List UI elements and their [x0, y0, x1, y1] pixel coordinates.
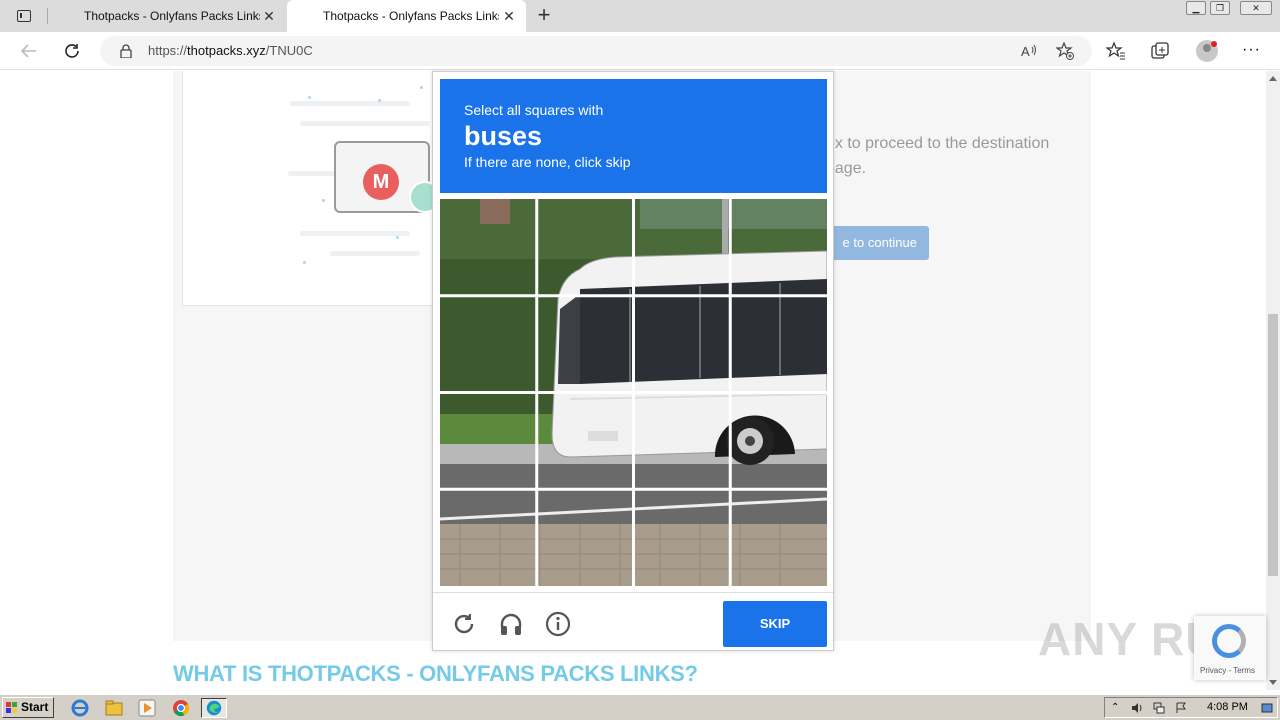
windows-taskbar: Start ⌃ 4:08 PM: [0, 694, 1280, 720]
tab-divider: [47, 8, 48, 24]
recaptcha-logo-icon: [1212, 624, 1246, 658]
address-bar[interactable]: https://thotpacks.xyz/TNU0C A: [100, 36, 1092, 66]
instruction-text: ox to proceed to the destination page.: [826, 135, 1050, 177]
favorites-icon[interactable]: [1106, 41, 1126, 61]
minimize-window-icon[interactable]: ▁: [1186, 1, 1206, 15]
tab-inactive[interactable]: Thotpacks - Onlyfans Packs Links ✕: [52, 0, 286, 32]
action-center-flag-icon[interactable]: [1175, 702, 1187, 714]
chrome-icon[interactable]: [171, 698, 191, 718]
decor-dot: [396, 236, 399, 239]
show-desktop-icon[interactable]: [1261, 702, 1273, 714]
tab-title: Thotpacks - Onlyfans Packs Links: [84, 9, 260, 23]
start-label: Start: [21, 700, 49, 714]
url-text: https://thotpacks.xyz/TNU0C: [148, 43, 313, 58]
network-icon[interactable]: [1153, 702, 1165, 714]
internet-explorer-icon[interactable]: [70, 698, 90, 718]
scroll-down-icon[interactable]: [1269, 680, 1277, 685]
close-window-icon[interactable]: ✕: [1240, 1, 1272, 15]
captcha-challenge: Select all squares with buses If there a…: [432, 71, 834, 651]
decor-dot: [308, 96, 311, 99]
scroll-up-icon[interactable]: [1269, 76, 1277, 81]
add-favorite-icon[interactable]: [1056, 42, 1074, 60]
decor-streak: [300, 121, 430, 126]
captcha-hint: If there are none, click skip: [464, 154, 631, 170]
scroll-thumb[interactable]: [1268, 314, 1278, 576]
back-icon[interactable]: [18, 40, 40, 62]
decor-streak: [290, 101, 410, 106]
decor-dot: [322, 199, 325, 202]
decor-streak: [330, 251, 420, 256]
windows-flag-icon: [6, 702, 17, 713]
captcha-instruction: Select all squares with: [464, 102, 604, 118]
read-aloud-icon[interactable]: A: [1020, 42, 1038, 60]
continue-button[interactable]: e to continue: [826, 226, 929, 260]
tab-close-icon[interactable]: ✕: [262, 9, 276, 23]
system-tray: ⌃ 4:08 PM: [1104, 697, 1278, 718]
profile-avatar-icon[interactable]: [1196, 40, 1218, 62]
more-menu-icon[interactable]: ···: [1242, 41, 1262, 61]
refresh-icon[interactable]: [61, 40, 83, 62]
captcha-footer: SKIP: [433, 592, 833, 650]
start-button[interactable]: Start: [2, 697, 54, 718]
decor-dot: [303, 261, 306, 264]
tab-title: Thotpacks - Onlyfans Packs Links: [323, 9, 499, 23]
svg-text:A: A: [1021, 44, 1030, 59]
reload-icon[interactable]: [451, 611, 477, 637]
mega-logo-icon: M: [363, 164, 399, 200]
captcha-image-grid[interactable]: [440, 199, 827, 586]
edge-icon: [206, 700, 222, 716]
taskbar-clock[interactable]: 4:08 PM: [1207, 701, 1248, 713]
show-hidden-icons-icon[interactable]: ⌃: [1111, 702, 1123, 714]
lock-icon: [120, 44, 132, 58]
decor-streak: [300, 231, 410, 236]
browser-tab-strip: Thotpacks - Onlyfans Packs Links ✕ Thotp…: [0, 0, 1280, 32]
media-player-icon[interactable]: [137, 698, 157, 718]
decor-dot: [378, 99, 381, 102]
captcha-target: buses: [464, 121, 543, 151]
tab-close-icon[interactable]: ✕: [502, 9, 516, 23]
audio-challenge-icon[interactable]: [498, 611, 524, 637]
captcha-header: Select all squares with buses If there a…: [440, 79, 827, 193]
collections-icon[interactable]: [1150, 41, 1170, 61]
tab-active[interactable]: Thotpacks - Onlyfans Packs Links ✕: [287, 0, 526, 32]
file-explorer-icon[interactable]: [104, 698, 124, 718]
page-scrollbar[interactable]: [1266, 71, 1280, 690]
tab-actions-icon[interactable]: [8, 6, 40, 26]
volume-icon[interactable]: [1131, 702, 1143, 714]
decor-dot: [420, 86, 423, 89]
new-tab-icon[interactable]: +: [534, 4, 554, 26]
skip-button[interactable]: SKIP: [723, 601, 827, 647]
section-heading: WHAT IS THOTPACKS - ONLYFANS PACKS LINKS…: [173, 661, 698, 686]
recaptcha-badge[interactable]: Privacy - Terms: [1194, 616, 1266, 680]
info-icon[interactable]: [545, 611, 571, 637]
recaptcha-badge-text: Privacy - Terms: [1200, 666, 1255, 675]
restore-window-icon[interactable]: ❐: [1210, 1, 1230, 15]
browser-toolbar: https://thotpacks.xyz/TNU0C A ···: [0, 32, 1280, 70]
edge-taskbar-button[interactable]: [201, 698, 227, 718]
